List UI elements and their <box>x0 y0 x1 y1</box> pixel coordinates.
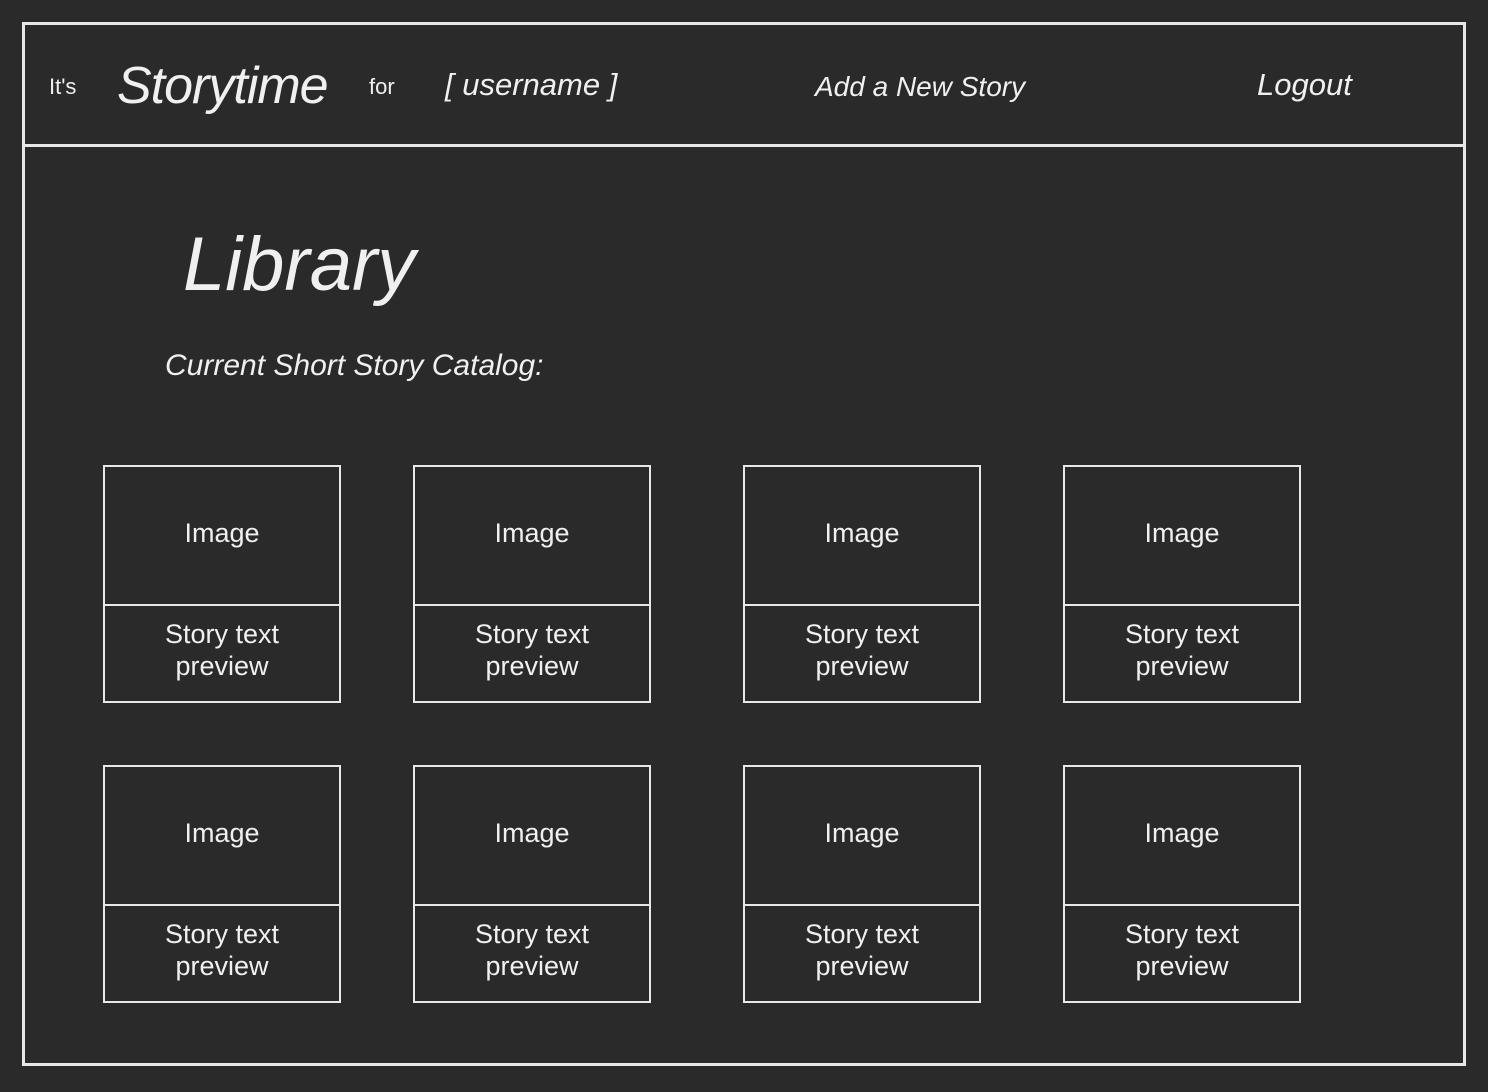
story-image-placeholder: Image <box>745 467 979 606</box>
story-image-label: Image <box>1144 818 1220 848</box>
story-image-label: Image <box>184 518 260 548</box>
story-preview: Story text preview <box>105 906 339 1001</box>
username-label: [ username ] <box>445 67 618 102</box>
story-image-placeholder: Image <box>745 767 979 906</box>
story-card[interactable]: Image Story text preview <box>103 465 341 703</box>
story-image-label: Image <box>494 818 570 848</box>
app-frame: It's Storytime for [ username ] Add a Ne… <box>22 22 1466 1066</box>
story-card[interactable]: Image Story text preview <box>743 465 981 703</box>
story-preview-text: Story text preview <box>164 618 280 681</box>
story-card[interactable]: Image Story text preview <box>1063 465 1301 703</box>
for-label: for <box>369 74 395 99</box>
story-preview-text: Story text preview <box>474 918 590 981</box>
story-image-label: Image <box>824 518 900 548</box>
story-preview: Story text preview <box>745 906 979 1001</box>
story-preview-text: Story text preview <box>1124 918 1240 981</box>
story-image-label: Image <box>184 818 260 848</box>
story-card[interactable]: Image Story text preview <box>413 465 651 703</box>
story-image-placeholder: Image <box>415 467 649 606</box>
story-card[interactable]: Image Story text preview <box>1063 765 1301 1003</box>
story-card[interactable]: Image Story text preview <box>413 765 651 1003</box>
story-image-placeholder: Image <box>1065 767 1299 906</box>
story-preview: Story text preview <box>1065 606 1299 701</box>
story-image-label: Image <box>824 818 900 848</box>
story-preview-text: Story text preview <box>1124 618 1240 681</box>
story-image-label: Image <box>1144 518 1220 548</box>
story-preview: Story text preview <box>415 906 649 1001</box>
story-preview: Story text preview <box>1065 906 1299 1001</box>
catalog-subtitle: Current Short Story Catalog: <box>165 349 544 382</box>
its-label: It's <box>49 74 77 99</box>
story-image-placeholder: Image <box>415 767 649 906</box>
story-preview-text: Story text preview <box>474 618 590 681</box>
story-image-label: Image <box>494 518 570 548</box>
story-preview: Story text preview <box>745 606 979 701</box>
logout-link[interactable]: Logout <box>1257 67 1352 103</box>
brand-logo: Storytime <box>117 57 329 115</box>
story-card[interactable]: Image Story text preview <box>743 765 981 1003</box>
story-image-placeholder: Image <box>105 467 339 606</box>
add-new-story-link[interactable]: Add a New Story <box>815 71 1025 103</box>
page-title: Library <box>183 222 416 307</box>
story-preview: Story text preview <box>105 606 339 701</box>
story-image-placeholder: Image <box>1065 467 1299 606</box>
story-preview-text: Story text preview <box>164 918 280 981</box>
story-preview: Story text preview <box>415 606 649 701</box>
story-image-placeholder: Image <box>105 767 339 906</box>
story-card[interactable]: Image Story text preview <box>103 765 341 1003</box>
story-preview-text: Story text preview <box>804 918 920 981</box>
story-preview-text: Story text preview <box>804 618 920 681</box>
top-nav-bar: It's Storytime for [ username ] Add a Ne… <box>25 25 1463 147</box>
